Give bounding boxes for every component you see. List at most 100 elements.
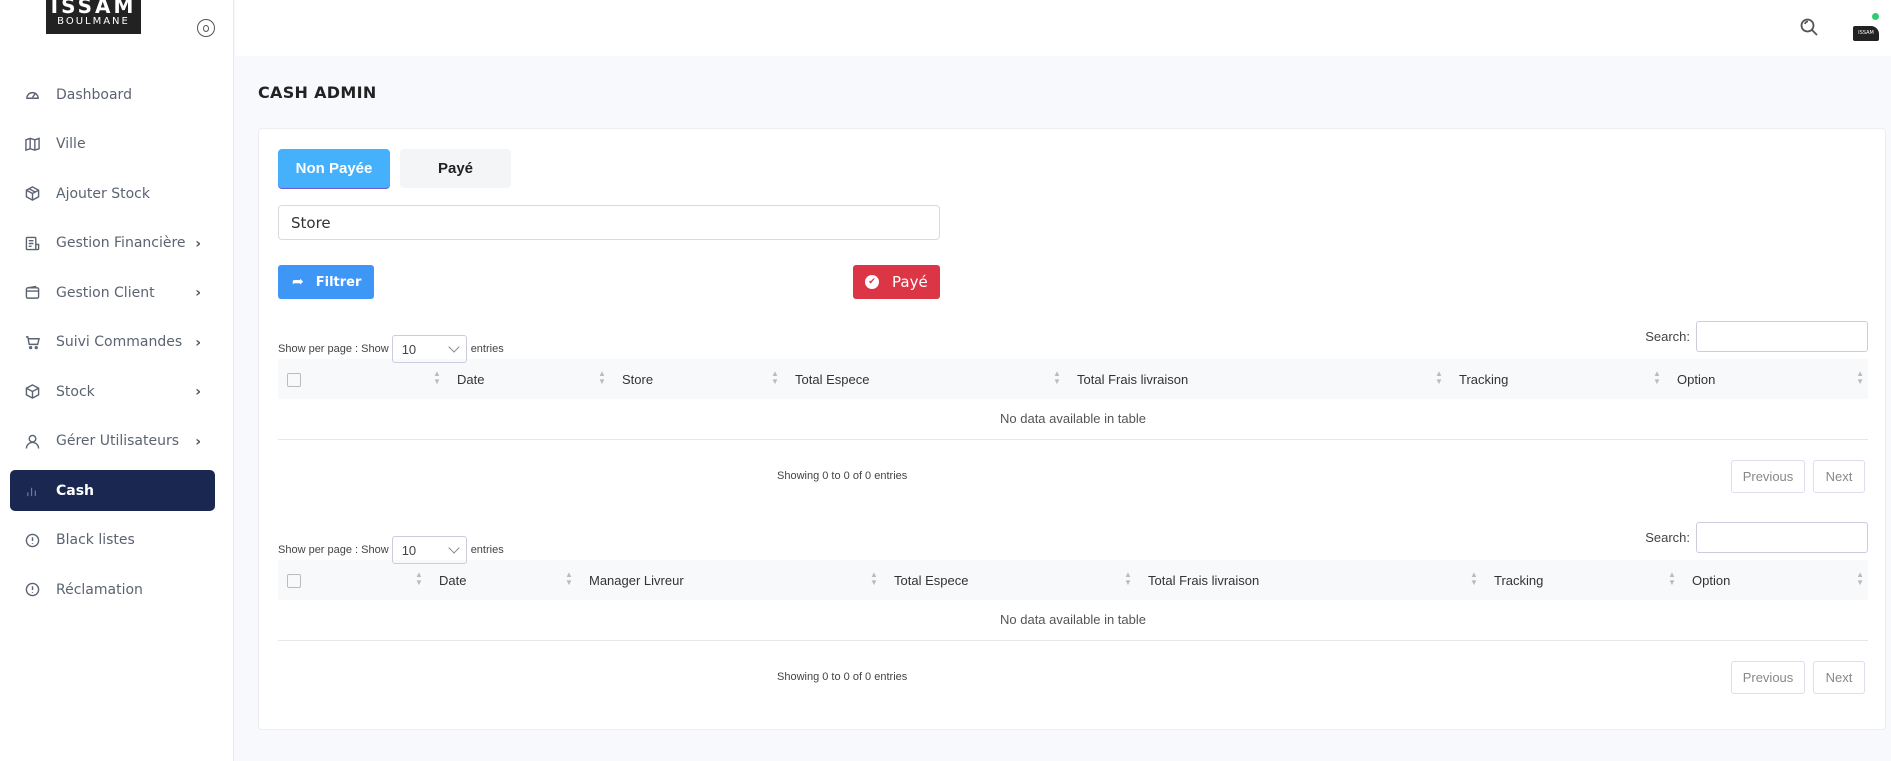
sidebar-item-label: Ajouter Stock	[56, 185, 150, 202]
search-input[interactable]	[1696, 522, 1868, 553]
sidebar-item-gestion-financiere[interactable]: Gestion Financière ›	[10, 223, 215, 264]
sidebar-item-label: Dashboard	[56, 86, 132, 103]
column-header[interactable]: ▲ ▼ Option	[1653, 359, 1858, 399]
column-header[interactable]: ▲ ▼ Total Espece	[771, 359, 1053, 399]
table-search: Search:	[1645, 522, 1868, 553]
sort-icon[interactable]: ▲ ▼	[1856, 370, 1864, 386]
sidebar-item-reclamation[interactable]: Réclamation	[10, 569, 215, 610]
sort-icon[interactable]: ▲ ▼	[1653, 370, 1661, 386]
length-prefix: Show per page : Show	[278, 343, 389, 355]
sort-icon[interactable]: ▲ ▼	[1435, 370, 1443, 386]
previous-button[interactable]: Previous	[1731, 459, 1805, 493]
data-table: ▲ ▼ Date ▲ ▼ Manager Livreur ▲ ▼ Total Espece …	[278, 560, 1868, 641]
sidebar-item-ville[interactable]: Ville	[10, 124, 215, 165]
mark-paid-label: Payé	[892, 273, 928, 291]
column-header[interactable]: ▲ ▼ Total Frais livraison	[1053, 359, 1435, 399]
empty-message: No data available in table	[278, 600, 1868, 641]
column-header[interactable]: ▲ ▼ Total Frais livraison	[1124, 560, 1470, 600]
next-button[interactable]: Next	[1813, 459, 1865, 493]
length-prefix: Show per page : Show	[278, 544, 389, 556]
filtrer-label: Filtrer	[315, 274, 362, 290]
sidebar-item-label: Gestion Client	[56, 284, 155, 301]
sidebar-item-gestion-client[interactable]: Gestion Client ›	[10, 272, 215, 313]
sort-icon[interactable]: ▲ ▼	[870, 571, 878, 587]
sort-icon[interactable]: ▲ ▼	[1470, 571, 1478, 587]
sidebar-nav: Dashboard Ville Ajouter Stock Gestion Fi…	[10, 74, 215, 619]
sort-icon[interactable]: ▲ ▼	[565, 571, 573, 587]
sidebar-item-dashboard[interactable]: Dashboard	[10, 74, 215, 115]
store-select[interactable]: Store	[278, 205, 940, 240]
chevron-right-icon: ›	[195, 433, 201, 450]
sort-icon[interactable]: ▲ ▼	[1124, 571, 1132, 587]
table-header-row: ▲ ▼ Date ▲ ▼ Store ▲ ▼ Total Espece ▲ ▼ Total Fr…	[278, 359, 1868, 399]
chevron-right-icon: ›	[195, 334, 201, 351]
search-label: Search:	[1645, 530, 1690, 545]
table-header-row: ▲ ▼ Date ▲ ▼ Manager Livreur ▲ ▼ Total Espece …	[278, 560, 1868, 600]
gauge-icon	[24, 87, 40, 103]
column-header[interactable]: ▲ ▼ Store	[598, 359, 771, 399]
search-label: Search:	[1645, 329, 1690, 344]
table-info: Showing 0 to 0 of 0 entries	[777, 469, 908, 482]
sidebar-item-label: Gestion Financière	[56, 235, 186, 251]
cart-icon	[24, 334, 40, 350]
sidebar-item-suivi-commandes[interactable]: Suivi Commandes ›	[10, 322, 215, 363]
column-header[interactable]: ▲ ▼	[1856, 359, 1868, 399]
mark-paid-button[interactable]: ✔ Payé	[853, 265, 940, 299]
sort-icon[interactable]: ▲ ▼	[433, 370, 441, 386]
datatable-store: Show per page : Show 10 entries Search: …	[278, 319, 1868, 510]
avatar[interactable]: ISSAM	[1853, 26, 1879, 41]
sidebar-item-label: Ville	[56, 136, 86, 152]
sidebar: ISSAM BOULMANE Dashboard Ville Ajouter S…	[0, 0, 234, 761]
column-header[interactable]: ▲ ▼ Total Espece	[870, 560, 1124, 600]
previous-button[interactable]: Previous	[1731, 660, 1805, 694]
receipt-icon	[24, 235, 40, 251]
sidebar-item-label: Suivi Commandes	[56, 334, 183, 350]
column-header[interactable]: ▲ ▼ Option	[1668, 560, 1858, 600]
page-title: CASH ADMIN	[258, 83, 377, 102]
sidebar-item-gerer-utilisateurs[interactable]: Gérer Utilisateurs ›	[10, 421, 215, 462]
column-header[interactable]: ▲ ▼ Date	[415, 560, 565, 600]
bar-chart-icon	[24, 483, 40, 499]
sort-icon[interactable]: ▲ ▼	[1668, 571, 1676, 587]
empty-row: No data available in table	[278, 600, 1868, 641]
sort-icon[interactable]: ▲ ▼	[771, 370, 779, 386]
map-icon	[24, 136, 40, 152]
sort-icon[interactable]: ▲ ▼	[598, 370, 606, 386]
sort-icon[interactable]: ▲ ▼	[1856, 571, 1864, 587]
online-status-dot	[1872, 13, 1879, 20]
page-length-value: 10	[401, 341, 417, 357]
sidebar-toggle-button[interactable]	[197, 19, 215, 37]
select-all-checkbox[interactable]	[287, 372, 301, 387]
column-header[interactable]: ▲ ▼ Tracking	[1470, 560, 1668, 600]
table-search: Search:	[1645, 321, 1868, 352]
column-header[interactable]: ▲ ▼ Date	[433, 359, 598, 399]
chevron-down-icon	[448, 542, 460, 554]
cash-card: Non Payée Payé Store ➦ Filtrer ✔ Payé Sh…	[258, 128, 1886, 730]
sidebar-item-black-listes[interactable]: Black listes	[10, 520, 215, 561]
sort-icon[interactable]: ▲ ▼	[1053, 370, 1061, 386]
column-header[interactable]: ▲ ▼ Tracking	[1435, 359, 1653, 399]
tab-paye[interactable]: Payé	[400, 149, 511, 188]
sidebar-item-label: Cash	[56, 482, 95, 499]
column-header[interactable]: ▲ ▼	[1856, 560, 1868, 600]
user-icon	[24, 433, 40, 449]
store-select-value: Store	[291, 213, 331, 232]
sort-icon[interactable]: ▲ ▼	[415, 571, 423, 587]
wallet-icon	[24, 285, 40, 301]
chevron-right-icon: ›	[195, 285, 201, 301]
column-header[interactable]: ▲ ▼ Manager Livreur	[565, 560, 870, 600]
logo-line-2: BOULMANE	[57, 16, 130, 27]
sidebar-item-cash[interactable]: Cash	[10, 470, 215, 511]
filtrer-button[interactable]: ➦ Filtrer	[278, 265, 374, 299]
brand-logo[interactable]: ISSAM BOULMANE	[46, 0, 141, 34]
search-input[interactable]	[1696, 321, 1868, 352]
tab-non-payee[interactable]: Non Payée	[278, 149, 390, 188]
alert-circle-icon	[24, 582, 40, 598]
sidebar-item-ajouter-stock[interactable]: Ajouter Stock	[10, 173, 215, 214]
sidebar-item-stock[interactable]: Stock ›	[10, 371, 215, 412]
search-icon[interactable]	[1799, 17, 1819, 41]
length-suffix: entries	[470, 343, 504, 355]
chevron-down-icon	[448, 341, 460, 353]
next-button[interactable]: Next	[1813, 660, 1865, 694]
select-all-checkbox[interactable]	[287, 573, 301, 588]
